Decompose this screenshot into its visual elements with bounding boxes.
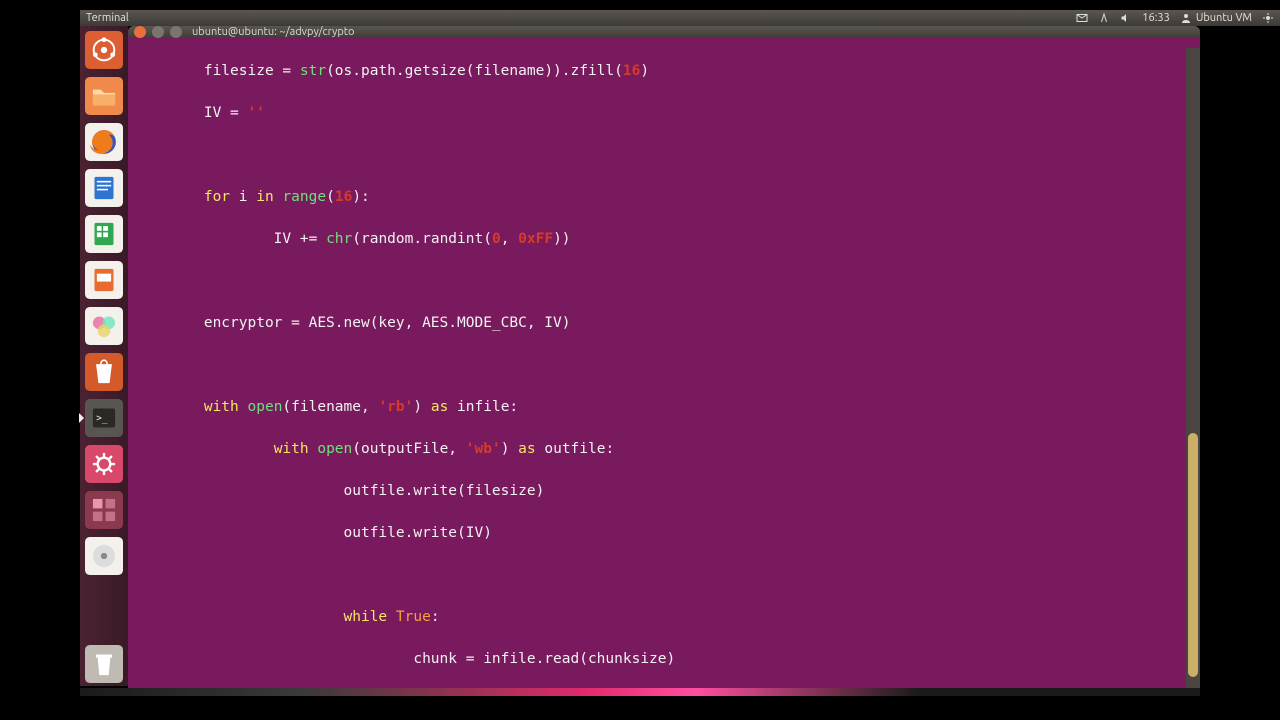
terminal-window: ubuntu@ubuntu: ~/advpy/crypto filesize =… xyxy=(128,26,1200,690)
power-icon[interactable] xyxy=(1262,12,1274,24)
window-titlebar[interactable]: ubuntu@ubuntu: ~/advpy/crypto xyxy=(128,26,1200,38)
colors-icon[interactable] xyxy=(82,304,126,348)
clock[interactable]: 16:33 xyxy=(1142,12,1170,24)
workspace-icon[interactable] xyxy=(82,488,126,532)
top-panel: Terminal 16:33 Ubuntu VM xyxy=(80,10,1280,26)
firefox-icon[interactable] xyxy=(82,120,126,164)
maximize-icon[interactable] xyxy=(170,26,182,38)
close-icon[interactable] xyxy=(134,26,146,38)
files-icon[interactable] xyxy=(82,74,126,118)
launcher: >_ xyxy=(80,26,128,686)
terminal-icon[interactable]: >_ xyxy=(82,396,126,440)
writer-icon[interactable] xyxy=(82,166,126,210)
active-app-title: Terminal xyxy=(86,12,129,24)
minimize-icon[interactable] xyxy=(152,26,164,38)
software-center-icon[interactable] xyxy=(82,350,126,394)
media-icon[interactable] xyxy=(82,534,126,578)
settings-icon[interactable] xyxy=(82,442,126,486)
impress-icon[interactable] xyxy=(82,258,126,302)
mail-icon[interactable] xyxy=(1076,12,1088,24)
scrollbar-thumb[interactable] xyxy=(1188,433,1198,677)
user-label: Ubuntu VM xyxy=(1196,12,1252,24)
user-menu[interactable]: Ubuntu VM xyxy=(1180,12,1252,24)
scrollbar[interactable] xyxy=(1186,48,1200,690)
svg-text:>_: >_ xyxy=(96,413,108,424)
dash-home-icon[interactable] xyxy=(82,28,126,72)
window-title: ubuntu@ubuntu: ~/advpy/crypto xyxy=(192,26,355,38)
calc-icon[interactable] xyxy=(82,212,126,256)
bottom-progress-bar xyxy=(80,688,1200,696)
trash-icon[interactable] xyxy=(82,642,126,686)
terminal-content[interactable]: filesize = str(os.path.getsize(filename)… xyxy=(128,38,1200,690)
network-icon[interactable] xyxy=(1098,12,1110,24)
sound-icon[interactable] xyxy=(1120,12,1132,24)
